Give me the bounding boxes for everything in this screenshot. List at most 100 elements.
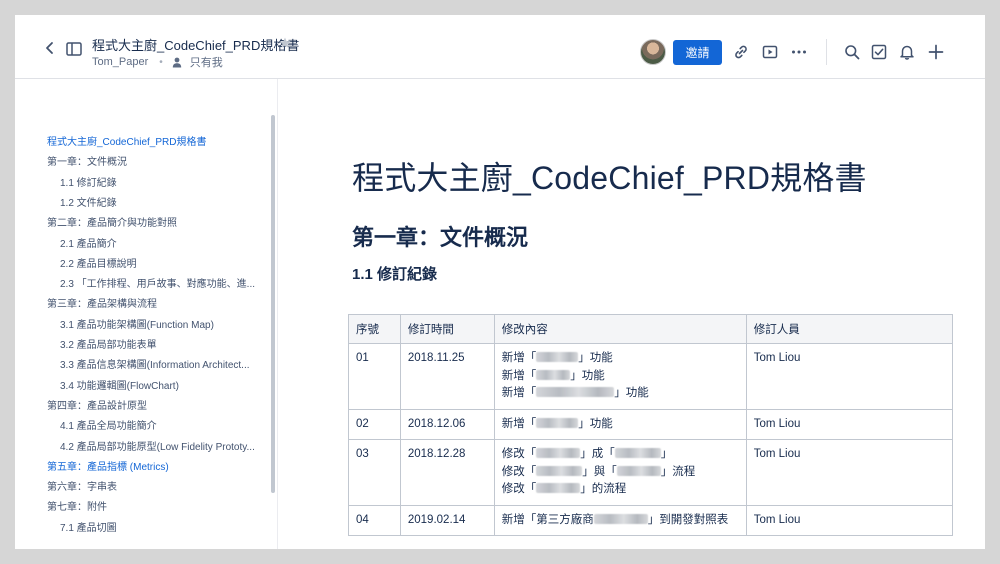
toc-item[interactable]: 3.3 產品信息架構圖(Information Architect... (60, 356, 262, 371)
toc-item[interactable]: 第一章：文件概況 (47, 153, 262, 168)
revision-table: 序號 修訂時間 修改內容 修訂人員 01 2018.11.25 新增「 」功能 新增「」… (348, 314, 954, 536)
revision-date-cell-text: 2018.12.06 (407, 417, 466, 430)
change-text: 」成「 (580, 448, 615, 460)
toc-item[interactable]: 3.2 產品局部功能表單 (60, 336, 262, 351)
toc-item[interactable]: 4.2 產品局部功能原型(Low Fidelity Prototy... (60, 438, 262, 453)
change-text: 」功能 (614, 387, 649, 399)
author-name: Tom_Paper (92, 56, 149, 68)
revision-author-cell-text: Tom Liou (753, 513, 801, 526)
change-text: 新增「 (501, 369, 537, 382)
change-text: 新增「 (501, 387, 537, 399)
chevron-left-icon[interactable] (43, 41, 57, 55)
toc-item[interactable]: 第三章：產品架構與流程 (47, 295, 262, 310)
change-text: 修改「 (501, 483, 537, 495)
top-bar: 程式大主廚_CodeChief_PRD規格書 Tom_Paper • 只有我 邀… (15, 15, 985, 79)
change-text: 」功能 (578, 352, 613, 364)
revision-date-cell: 2018.11.25 (399, 343, 495, 410)
section-heading: 1.1 修訂紀錄 (352, 266, 438, 283)
toc-item[interactable]: 第六章：字串表 (47, 478, 262, 493)
redacted-text (536, 465, 583, 476)
meta-separator: • (159, 56, 163, 68)
sidebar-panel-icon[interactable] (66, 42, 82, 56)
bell-icon[interactable] (899, 44, 915, 60)
sidebar-scrollbar[interactable] (271, 115, 275, 493)
toc-item[interactable]: 第四章：產品設計原型 (47, 397, 262, 412)
app-window: 程式大主廚_CodeChief_PRD規格書 Tom_Paper • 只有我 邀… (15, 15, 985, 549)
checkbox-icon[interactable] (871, 44, 887, 60)
revision-date-cell-text: 2018.12.28 (407, 448, 466, 460)
redacted-text (536, 387, 615, 397)
toc-item[interactable]: 2.1 產品簡介 (60, 235, 262, 250)
toc-item[interactable]: 第五章：產品指標 (Metrics) (47, 458, 262, 473)
row-number-cell: 01 (348, 343, 401, 410)
revision-author-cell: Tom Liou (745, 408, 954, 440)
column-header: 修改內容 (493, 314, 747, 344)
toolbar-divider (826, 39, 827, 65)
column-header: 修訂人員 (745, 314, 954, 344)
row-number-cell-text: 03 (356, 448, 369, 460)
change-text: 」功能 (578, 417, 613, 430)
change-text: 」 (660, 448, 673, 460)
toc-item[interactable]: 4.1 產品全局功能簡介 (60, 417, 262, 432)
change-content-cell: 新增「第三方廠商 」到開發對照表 (493, 504, 747, 536)
toc-item[interactable]: 7.1 產品切圖 (60, 519, 262, 534)
avatar[interactable] (640, 39, 666, 65)
table-row: 03 2018.12.28 修改「 」成「」修改「 」與「 」流程 修改「 」的流程 Tom L… (348, 439, 954, 506)
redacted-text (614, 448, 661, 458)
search-icon[interactable] (844, 44, 860, 60)
toc-item[interactable]: 1.1 修訂紀錄 (60, 174, 262, 189)
change-text: 」功能 (570, 369, 605, 382)
table-header-row: 序號 修訂時間 修改內容 修訂人員 (348, 314, 954, 344)
redacted-text (593, 513, 648, 524)
document-body: 程式大主廚_CodeChief_PRD規格書 第一章：文件概況 1.1 修訂紀錄… (279, 79, 985, 549)
toc-item[interactable]: 2.3 「工作排程、用戶故事、對應功能、進... (60, 275, 262, 290)
table-row: 01 2018.11.25 新增「 」功能 新增「 」功能 新增「 」功能 Tom Liou (348, 343, 954, 410)
toc-item[interactable]: 程式大主廚_CodeChief_PRD規格書 (47, 133, 262, 148)
change-text: 」的流程 (580, 483, 627, 495)
star-icon[interactable] (279, 37, 291, 49)
change-text: 新增「第三方廠商 (501, 513, 594, 526)
present-icon[interactable] (762, 44, 778, 60)
change-text: 修改「 (501, 448, 537, 460)
change-text: 」流程 (660, 465, 696, 478)
row-number-cell-text: 01 (356, 352, 369, 364)
revision-date-cell-text: 2018.11.25 (407, 352, 465, 364)
change-line: 新增「第三方廠商 」到開發對照表 (502, 512, 739, 530)
revision-author-cell-text: Tom Liou (753, 417, 801, 430)
more-icon[interactable] (791, 44, 807, 60)
change-text: 新增「 (501, 417, 537, 430)
toc-item[interactable]: 3.1 產品功能架構圖(Function Map) (60, 316, 262, 331)
revision-date-cell: 2018.12.06 (399, 408, 495, 440)
toc-item[interactable]: 第二章：產品簡介與功能對照 (47, 214, 262, 229)
redacted-text (536, 448, 581, 458)
redacted-text (536, 369, 571, 380)
change-line: 修改「 」成「 」 (502, 446, 739, 464)
revision-table-body: 01 2018.11.25 新增「 」功能 新增「 」功能 新增「 」功能 Tom Liou 02… (348, 343, 954, 536)
row-number-cell-text: 04 (356, 513, 369, 526)
toc-item[interactable]: 2.2 產品目標說明 (60, 255, 262, 270)
person-icon (172, 57, 181, 67)
change-text: 」與「 (582, 465, 617, 478)
revision-date-cell: 2018.12.28 (399, 439, 495, 506)
permission-label[interactable]: 只有我 (190, 54, 223, 70)
document-meta: Tom_Paper • 只有我 (92, 54, 223, 70)
toc-sidebar: 程式大主廚_CodeChief_PRD規格書 第一章：文件概況 1.1 修訂紀錄 1.… (15, 79, 278, 549)
change-text: 新增「 (501, 352, 537, 364)
change-text: 」到開發對照表 (647, 513, 729, 526)
change-content-cell: 修改「 」成「」修改「 」與「 」流程 修改「 」的流程 (493, 439, 747, 506)
row-number-cell-text: 02 (356, 417, 369, 430)
toc-item[interactable]: 1.2 文件紀錄 (60, 194, 262, 209)
change-text: 修改「 (501, 465, 537, 478)
toc-item[interactable]: 第七章：附件 (47, 498, 262, 513)
change-line: 修改「 」的流程 (502, 481, 739, 499)
page-title: 程式大主廚_CodeChief_PRD規格書 (352, 160, 867, 196)
plus-icon[interactable] (928, 44, 944, 60)
invite-button[interactable]: 邀請 (673, 40, 722, 65)
toc-item[interactable]: 3.4 功能邏輯圖(FlowChart) (60, 377, 262, 392)
table-row: 04 2019.02.14 新增「第三方廠商 」到開發對照表 Tom Liou (348, 504, 954, 536)
change-line: 新增「 」功能 (502, 368, 739, 386)
row-number-cell: 04 (348, 504, 401, 536)
link-icon[interactable] (733, 44, 749, 60)
revision-date-cell: 2019.02.14 (399, 504, 495, 536)
redacted-text (536, 483, 581, 493)
